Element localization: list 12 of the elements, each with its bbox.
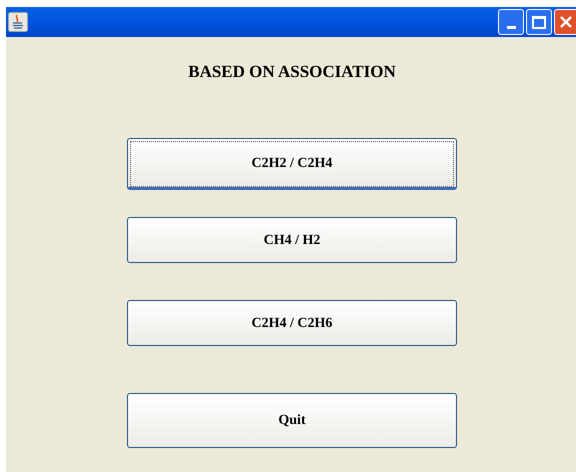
close-icon [558,15,572,29]
heading: BASED ON ASSOCIATION [188,61,396,83]
minimize-icon [506,26,516,29]
maximize-icon [532,16,546,28]
action-button[interactable]: CH4 / H2 [127,217,457,263]
action-button[interactable]: C2H2 / C2H4 [127,138,457,190]
cup-icon [8,12,28,32]
action-button[interactable]: C2H4 / C2H6 [127,300,457,346]
action-button[interactable]: Quit [127,393,457,448]
minimize-button[interactable] [498,9,524,35]
maximize-button[interactable] [526,9,552,35]
close-button[interactable] [554,9,576,35]
